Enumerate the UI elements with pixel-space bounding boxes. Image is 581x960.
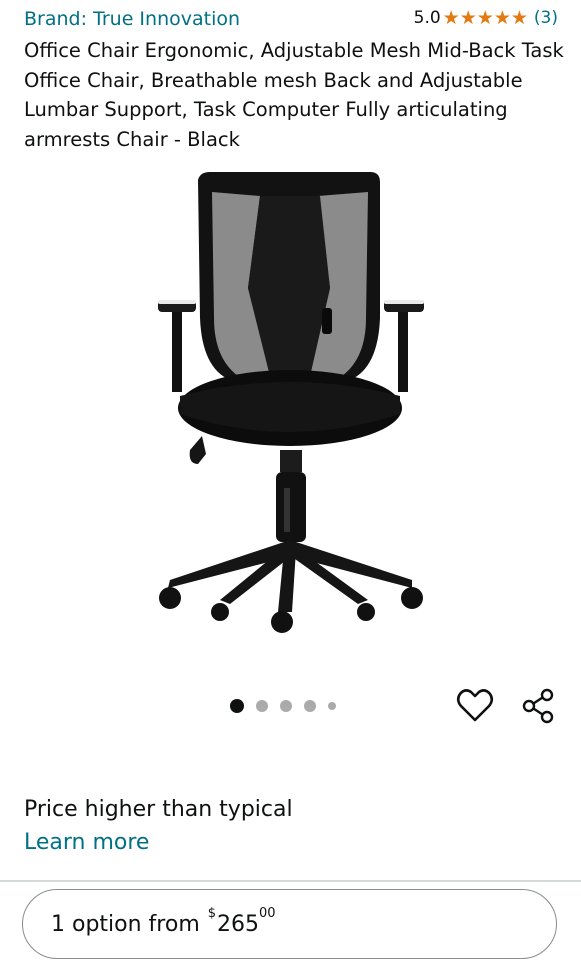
product-title: Office Chair Ergonomic, Adjustable Mesh …	[24, 39, 564, 151]
rating-value: 5.0	[413, 8, 441, 28]
carousel-dot[interactable]	[256, 700, 268, 712]
carousel-dot[interactable]	[280, 700, 292, 712]
image-carousel-dots[interactable]	[230, 697, 348, 715]
review-count-link[interactable]: (3)	[534, 8, 558, 28]
star-icon: ★	[510, 6, 528, 29]
brand-link[interactable]: Brand: True Innovation	[24, 8, 240, 30]
section-divider	[0, 880, 581, 882]
share-icon	[522, 688, 554, 724]
price-fraction: 00	[259, 905, 276, 921]
star-rating: ★ ★ ★ ★ ★	[442, 6, 528, 29]
rating-summary[interactable]: 5.0 ★ ★ ★ ★ ★ (3)	[414, 8, 558, 28]
price-currency-symbol: $	[207, 905, 217, 921]
buying-options-label: 1 option from	[51, 911, 200, 937]
carousel-dot[interactable]	[304, 700, 316, 712]
share-button[interactable]	[521, 688, 557, 724]
star-icon: ★	[459, 6, 477, 29]
star-icon: ★	[442, 6, 460, 29]
price: $ 265 00	[208, 906, 276, 937]
price-whole: 265	[217, 911, 260, 937]
carousel-dot[interactable]	[328, 702, 336, 710]
office-chair-image[interactable]	[150, 168, 430, 638]
heart-icon	[456, 689, 494, 722]
star-icon: ★	[493, 6, 511, 29]
wishlist-button[interactable]	[456, 688, 494, 724]
buying-options-button[interactable]: 1 option from $ 265 00	[22, 889, 557, 959]
learn-more-link[interactable]: Learn more	[24, 830, 149, 855]
carousel-dot[interactable]	[230, 699, 244, 713]
price-comparison-note: Price higher than typical	[24, 797, 293, 822]
star-icon: ★	[476, 6, 494, 29]
header-row: Brand: True Innovation 5.0 ★ ★ ★ ★ ★ (3)	[24, 8, 558, 34]
